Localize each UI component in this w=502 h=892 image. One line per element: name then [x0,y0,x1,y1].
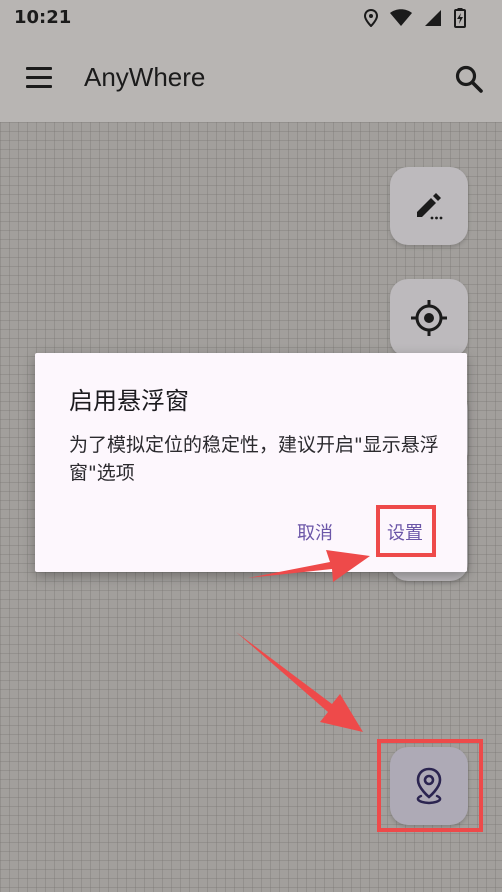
arrow-to-location [236,632,363,732]
arrow-to-settings [248,550,370,582]
annotation-arrows [236,550,370,732]
